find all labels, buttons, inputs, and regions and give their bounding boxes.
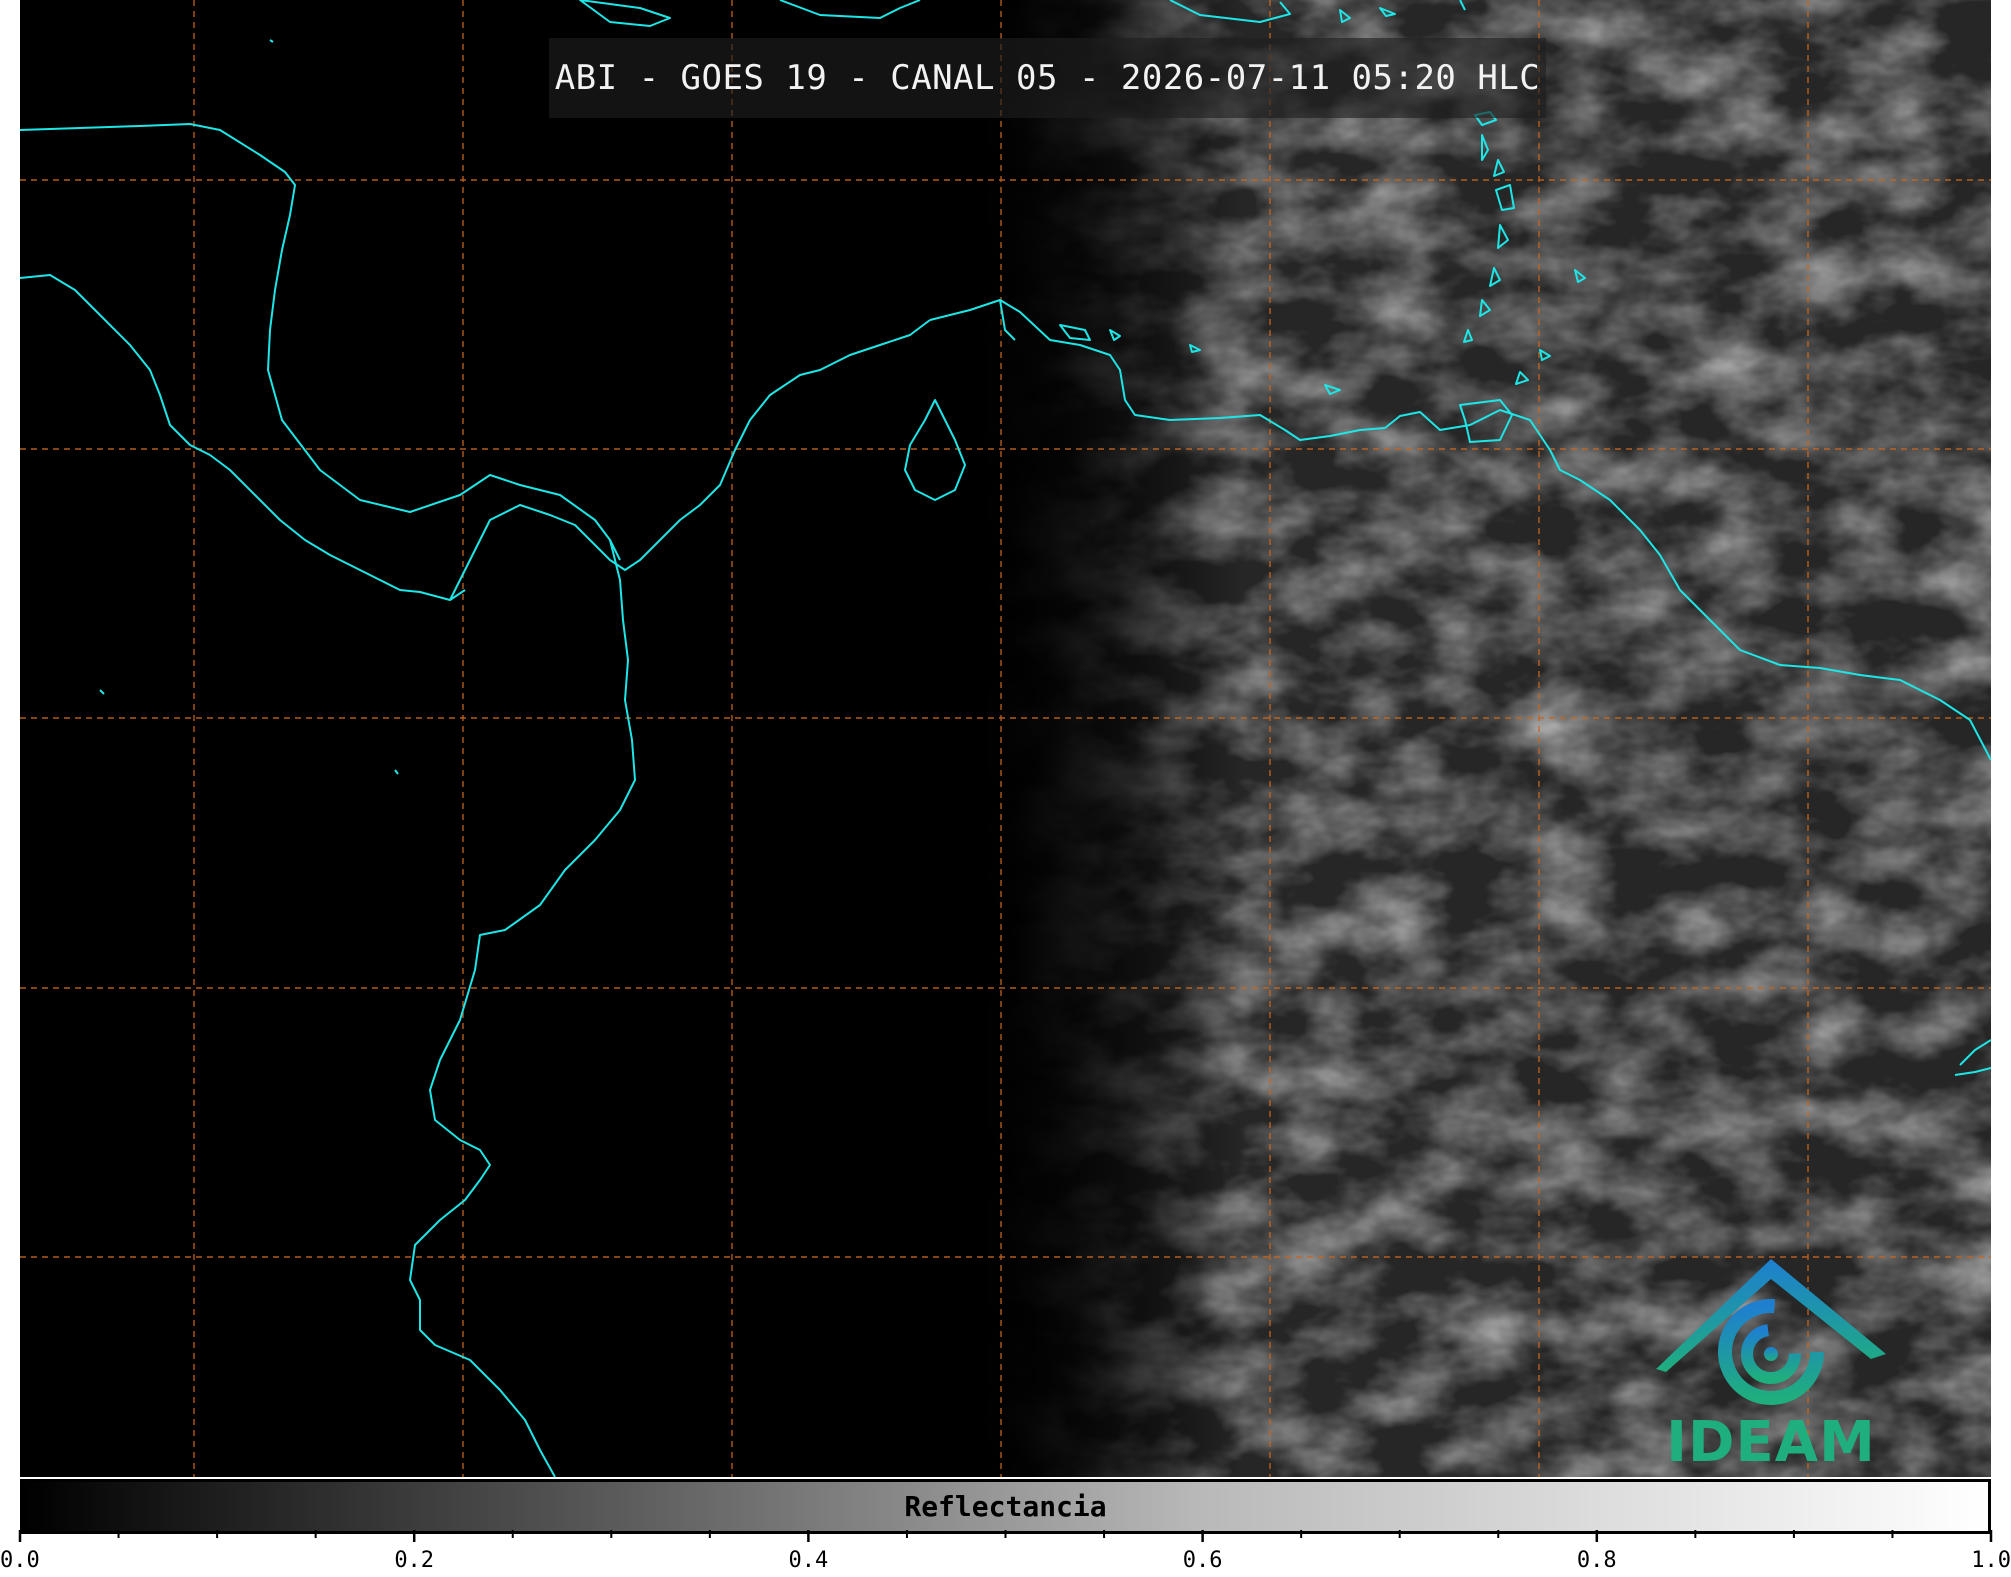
colorbar-tick-label: 0.8	[1577, 1548, 1617, 1573]
colorbar-tick-label: 1.0	[1971, 1548, 2011, 1573]
title-box: ABI - GOES 19 - CANAL 05 - 2026-07-11 05…	[549, 38, 1546, 118]
colorbar-tick-label: 0.4	[789, 1548, 829, 1573]
map-title: ABI - GOES 19 - CANAL 05 - 2026-07-11 05…	[554, 58, 1541, 98]
colorbar-tick-label: 0.6	[1183, 1548, 1223, 1573]
colorbar: Reflectancia	[20, 1479, 1991, 1534]
colorbar-tick-label: 0.2	[394, 1548, 434, 1573]
colorbar-label: Reflectancia	[904, 1490, 1107, 1523]
ideam-logo-text: IDEAM	[1666, 1410, 1876, 1475]
colorbar-tick-label: 0.0	[0, 1548, 40, 1573]
colorbar-ticks: 0.0 0.2 0.4 0.6 0.8 1.0	[0, 1530, 2011, 1573]
